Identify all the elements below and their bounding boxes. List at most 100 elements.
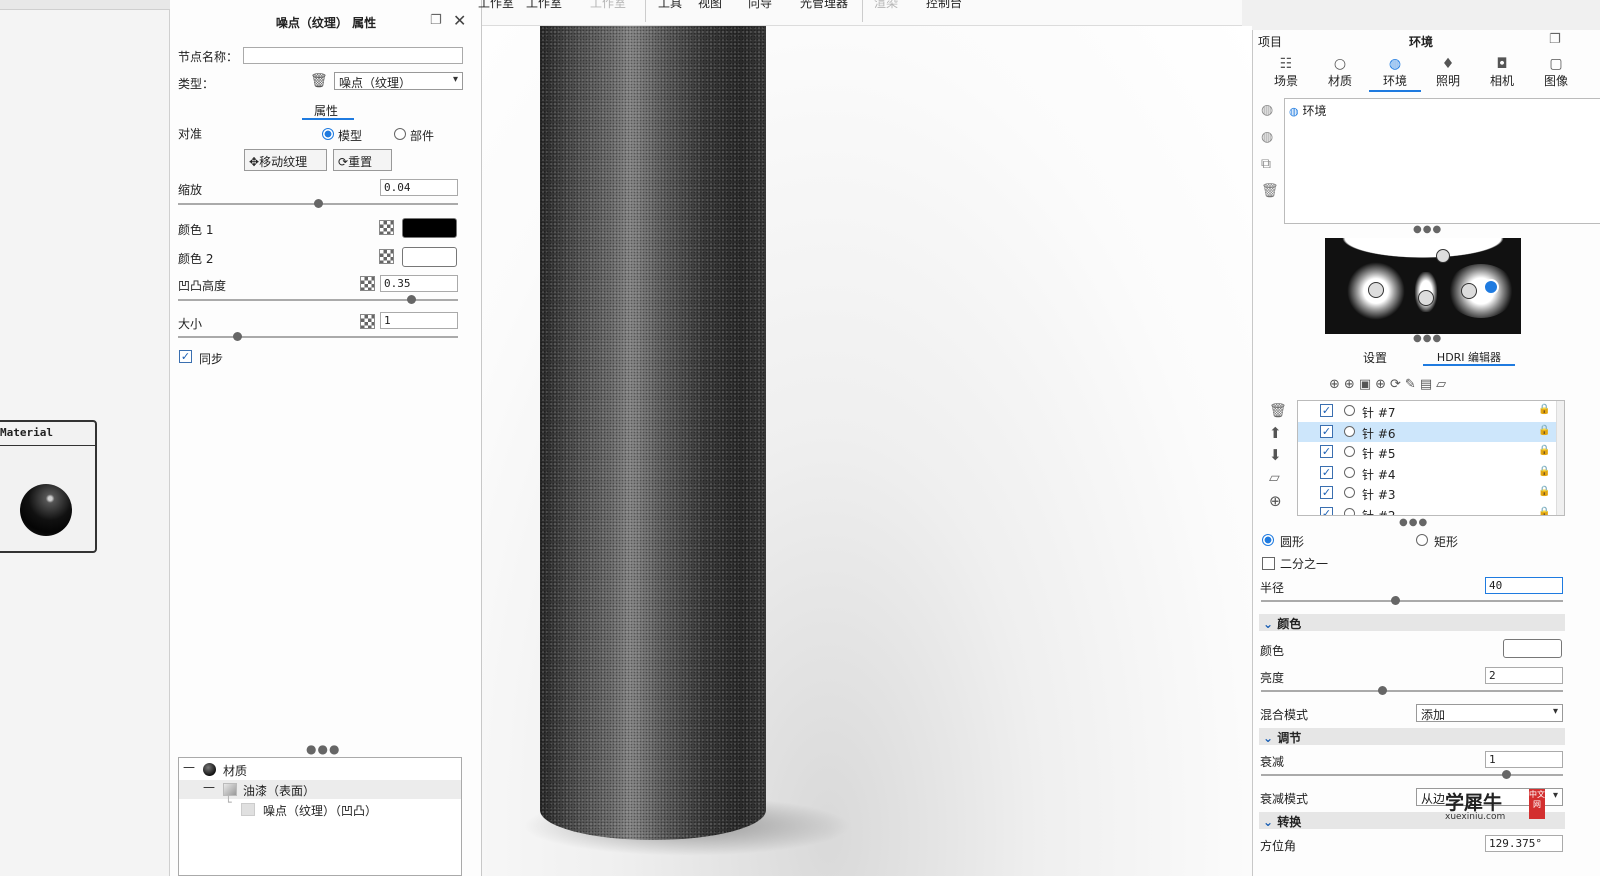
falloff-slider[interactable] [1261, 774, 1563, 776]
radius-slider[interactable] [1261, 600, 1563, 602]
pin-solo-radio[interactable] [1344, 446, 1355, 458]
splitter-dots[interactable]: ●●● [306, 742, 340, 756]
brightness-input[interactable]: 2 [1485, 667, 1563, 684]
pin-solo-radio[interactable] [1344, 487, 1355, 499]
refresh-icon[interactable]: ⟳ [1390, 377, 1405, 392]
toolbar-studio-3[interactable]: 工作室 [586, 0, 630, 10]
pin-row[interactable]: ✓ 针 #4 🔒 [1298, 463, 1564, 483]
adjust-section-header[interactable]: ⌄ 调节 [1259, 728, 1565, 745]
restore-icon[interactable]: ❐ [1549, 32, 1561, 47]
node-name-input[interactable] [243, 47, 463, 64]
toolbar-console[interactable]: 控制台 [920, 0, 968, 10]
bump-input[interactable]: 0.35 [380, 275, 458, 292]
eyedropper-icon[interactable]: ✎ [1405, 377, 1420, 392]
tab-properties[interactable]: 属性 [314, 102, 338, 119]
type-select[interactable]: 噪点（纹理） [334, 72, 463, 90]
close-icon[interactable]: ✕ [453, 11, 466, 30]
pin-solo-radio[interactable] [1344, 405, 1355, 416]
collapse-icon[interactable]: — [183, 760, 195, 774]
pin-marker[interactable] [1368, 282, 1384, 298]
lock-icon[interactable]: 🔒 [1538, 466, 1550, 477]
pin-visible-checkbox[interactable]: ✓ [1320, 445, 1333, 459]
size-texture-icon[interactable] [360, 314, 375, 329]
tab-environment[interactable]: ◍ 环境 [1369, 56, 1421, 92]
bump-texture-icon[interactable] [360, 276, 375, 291]
color-swatch[interactable] [1503, 639, 1562, 658]
subtab-hdri-editor[interactable]: HDRI 编辑器 [1423, 347, 1515, 366]
radius-input[interactable]: 40 [1485, 577, 1563, 594]
subtab-settings[interactable]: 设置 [1363, 349, 1387, 366]
lock-icon[interactable]: 🔒 [1538, 404, 1550, 415]
tree-item-material[interactable]: — 材质 [179, 760, 461, 779]
hdri-preview[interactable] [1325, 238, 1521, 334]
pin-row[interactable]: ✓ 针 #7 🔒 [1298, 401, 1564, 421]
align-model-radio[interactable] [322, 128, 334, 140]
toolbar-wizard[interactable]: 向导 [738, 0, 782, 10]
toolbar-studio[interactable]: 工作室 [474, 0, 518, 10]
shape-rect-radio[interactable] [1416, 534, 1428, 546]
align-part-radio[interactable] [394, 128, 406, 140]
tree-item-noise[interactable]: └ 噪点（纹理）（凹凸） [179, 796, 461, 819]
move-texture-button[interactable]: ✥移动纹理 [244, 149, 327, 171]
scale-slider-knob[interactable] [314, 199, 323, 208]
pin-marker[interactable] [1436, 249, 1450, 263]
toolbar-studio-2[interactable]: 工作室 [522, 0, 566, 10]
scale-input[interactable]: 0.04 [380, 179, 458, 196]
render-viewport[interactable] [482, 26, 1252, 876]
radius-slider-knob[interactable] [1391, 596, 1400, 605]
selected-pin-marker[interactable] [1483, 279, 1499, 295]
size-slider-knob[interactable] [233, 332, 242, 341]
tree-item-paint[interactable]: — 油漆（表面） [179, 780, 461, 799]
tab-scene[interactable]: ☷ 场景 [1261, 56, 1311, 89]
tab-camera[interactable]: ◘ 相机 [1477, 56, 1527, 89]
lock-icon[interactable]: 🔒 [1538, 445, 1550, 456]
pin-tool-icon[interactable]: ⊕ [1375, 377, 1390, 392]
trash-icon[interactable]: 🗑 [310, 73, 328, 89]
pin-solo-radio[interactable] [1344, 425, 1355, 437]
import-environment-icon[interactable]: ⧉ [1261, 156, 1271, 172]
save-icon[interactable]: ▤ [1420, 377, 1436, 392]
pin-marker[interactable] [1461, 283, 1477, 299]
lock-icon[interactable]: 🔒 [1538, 507, 1550, 515]
falloff-slider-knob[interactable] [1502, 770, 1511, 779]
trash-icon[interactable]: 🗑 [1269, 403, 1287, 419]
color-section-header[interactable]: ⌄ 颜色 [1259, 614, 1565, 631]
azimuth-input[interactable]: 129.375° [1485, 835, 1563, 852]
half-checkbox[interactable] [1262, 557, 1275, 570]
collapse-icon[interactable]: — [203, 780, 215, 794]
lock-icon[interactable]: 🔒 [1538, 425, 1550, 436]
size-input[interactable]: 1 [380, 312, 458, 329]
reset-button[interactable]: ⟳重置 [333, 149, 392, 171]
splitter-dots[interactable]: ●●● [1413, 224, 1442, 235]
environment-item[interactable]: ◍ 环境 [1289, 102, 1326, 119]
pin-visible-checkbox[interactable]: ✓ [1320, 424, 1333, 438]
falloff-input[interactable]: 1 [1485, 751, 1563, 768]
pin-marker[interactable] [1418, 290, 1434, 306]
move-down-icon[interactable]: ⬇ [1269, 446, 1282, 464]
pin-tool-icon[interactable]: ⊕ [1344, 377, 1359, 392]
bump-slider[interactable] [178, 299, 458, 301]
target-icon[interactable]: ⊕ [1269, 492, 1282, 510]
duplicate-environment-icon[interactable]: ◍ [1261, 129, 1273, 145]
color1-texture-icon[interactable] [379, 220, 394, 235]
pin-row[interactable]: ✓ 针 #2 🔒 [1298, 504, 1564, 515]
color2-texture-icon[interactable] [379, 249, 394, 264]
move-up-icon[interactable]: ⬆ [1269, 424, 1282, 442]
toolbar-render[interactable]: 渲染 [868, 0, 904, 10]
toolbar-light-manager[interactable]: 光管理器 [796, 0, 852, 10]
material-graph[interactable]: Material [0, 0, 170, 876]
pin-visible-checkbox[interactable]: ✓ [1320, 465, 1333, 479]
pin-solo-radio[interactable] [1344, 508, 1355, 515]
shape-circle-radio[interactable] [1262, 534, 1274, 546]
pin-visible-checkbox[interactable]: ✓ [1320, 507, 1333, 515]
restore-icon[interactable]: ❐ [430, 13, 442, 28]
open-folder-icon[interactable]: ▱ [1269, 470, 1280, 486]
pin-visible-checkbox[interactable]: ✓ [1320, 404, 1333, 417]
trash-icon[interactable]: 🗑 [1261, 183, 1279, 199]
pin-list-scrollbar[interactable] [1556, 401, 1564, 515]
add-environment-icon[interactable]: ◍ [1261, 102, 1273, 118]
tab-material[interactable]: ○ 材质 [1315, 56, 1365, 89]
brightness-slider-knob[interactable] [1378, 686, 1387, 695]
pin-row[interactable]: ✓ 针 #6 🔒 [1298, 421, 1564, 442]
open-folder-icon[interactable]: ▱ [1436, 377, 1450, 392]
